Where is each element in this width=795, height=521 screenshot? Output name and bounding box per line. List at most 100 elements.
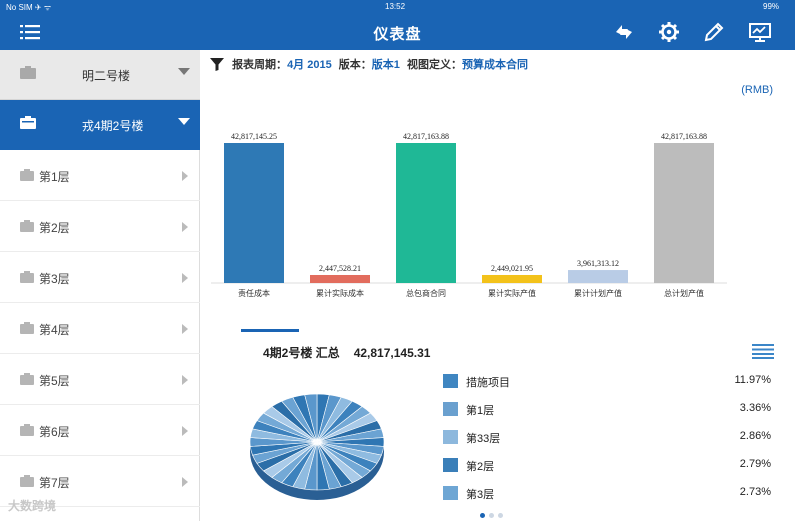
top-navbar: 仪表盘 — [0, 14, 795, 50]
caret-down-icon — [178, 118, 190, 125]
bar[interactable] — [482, 274, 542, 283]
bar-category-label: 累计计划产值 — [574, 288, 622, 298]
floor-item[interactable]: 第6层 — [0, 405, 200, 456]
period-value[interactable]: 4月 2015 — [287, 56, 332, 72]
folder-icon — [20, 66, 36, 79]
bar-value-label: 42,817,145.25 — [231, 132, 277, 141]
currency-label: (RMB) — [741, 84, 773, 96]
bar-category-label: 总计划产值 — [664, 288, 704, 298]
folder-icon — [20, 271, 34, 283]
pencil-icon[interactable] — [702, 20, 726, 44]
bar-category-label: 总包商合同 — [406, 288, 446, 298]
project-selector-2[interactable]: 戎4期2号楼 — [0, 100, 200, 150]
floor-item[interactable]: 第1层 — [0, 150, 200, 201]
summary-title: 4期2号楼 汇总 — [263, 346, 340, 360]
filter-icon[interactable] — [209, 56, 225, 72]
legend-percent: 2.86% — [739, 430, 771, 442]
legend-item[interactable]: 第3层 2.73% — [443, 480, 777, 508]
legend-swatch — [443, 458, 458, 472]
summary-total: 42,817,145.31 — [353, 346, 431, 360]
folder-icon — [20, 424, 34, 436]
bar-category-label: 责任成本 — [238, 288, 270, 298]
view-value[interactable]: 预算成本合同 — [462, 56, 528, 72]
bar-value-label: 2,447,528.21 — [319, 264, 361, 273]
floor-item[interactable]: 第2层 — [0, 201, 200, 252]
legend-name: 第33层 — [466, 433, 501, 445]
floor-item[interactable]: 第3层 — [0, 252, 200, 303]
legend-swatch — [443, 486, 458, 500]
legend-swatch — [443, 430, 458, 444]
legend-percent: 2.79% — [739, 458, 771, 470]
page-dot[interactable] — [480, 513, 485, 518]
report-filter-bar[interactable]: 报表周期：4月 2015 版本：版本1 视图定义：预算成本合同 — [209, 56, 528, 74]
watermark-logo: 大数跨境 — [8, 499, 57, 513]
bar[interactable] — [396, 143, 456, 283]
chevron-right-icon — [182, 477, 188, 487]
legend-item[interactable]: 第2层 2.79% — [443, 452, 777, 480]
legend-percent: 11.97% — [734, 374, 772, 386]
floor-label: 第6层 — [39, 425, 70, 439]
chevron-right-icon — [182, 273, 188, 283]
summary-header: 4期2号楼 汇总 42,817,145.31 — [263, 344, 430, 361]
bar-value-label: 2,449,021.95 — [491, 264, 533, 273]
version-value[interactable]: 版本1 — [372, 56, 400, 72]
floor-item[interactable]: 第5层 — [0, 354, 200, 405]
pie-chart — [249, 393, 385, 500]
legend-name: 第3层 — [466, 489, 495, 501]
legend-percent: 2.73% — [739, 486, 771, 498]
bar-category-label: 累计实际成本 — [316, 288, 364, 298]
sidebar: 明二号楼 戎4期2号楼 第1层第2层第3层第4层第5层第6层第7层 — [0, 50, 200, 521]
battery-label: 99% — [763, 2, 780, 11]
folder-icon — [20, 220, 34, 232]
bar[interactable] — [310, 274, 370, 283]
legend-item[interactable]: 第1层 3.36% — [443, 396, 777, 424]
floor-item[interactable]: 第4层 — [0, 303, 200, 354]
legend-swatch — [443, 402, 458, 416]
bar-category-label: 累计实际产值 — [488, 288, 536, 298]
page-indicator[interactable] — [480, 505, 507, 521]
monitor-icon[interactable] — [748, 20, 772, 44]
floor-label: 第3层 — [39, 272, 70, 286]
legend-name: 第2层 — [466, 461, 495, 473]
floor-label: 第2层 — [39, 221, 70, 235]
floor-label: 第5层 — [39, 374, 70, 388]
bar[interactable] — [654, 143, 714, 283]
chevron-right-icon — [182, 375, 188, 385]
folder-icon — [20, 169, 34, 181]
folder-icon — [20, 322, 34, 334]
legend-item[interactable]: 措施项目 11.97% — [443, 368, 777, 396]
legend-percent: 3.36% — [739, 402, 771, 414]
legend-item[interactable]: 第33层 2.86% — [443, 424, 777, 452]
floor-label: 第7层 — [39, 476, 70, 490]
bar-value-label: 42,817,163.88 — [661, 132, 707, 141]
page-dot[interactable] — [498, 513, 503, 518]
page-dot[interactable] — [489, 513, 494, 518]
carrier-label: No SIM ✈ ᯤ — [6, 3, 52, 12]
list-view-icon[interactable] — [752, 343, 774, 359]
floor-label: 第1层 — [39, 170, 70, 184]
status-bar: No SIM ✈ ᯤ 13:52 99% — [0, 0, 795, 14]
chevron-right-icon — [182, 324, 188, 334]
dashboard-content: 报表周期：4月 2015 版本：版本1 视图定义：预算成本合同 (RMB) 42… — [201, 50, 795, 521]
bar[interactable] — [224, 143, 284, 283]
gear-icon[interactable] — [657, 20, 681, 44]
project-selector-1[interactable]: 明二号楼 — [0, 50, 200, 100]
chevron-right-icon — [182, 426, 188, 436]
refresh-icon[interactable] — [612, 20, 636, 44]
bar[interactable] — [568, 270, 628, 283]
period-label: 报表周期： — [232, 59, 288, 71]
folder-icon — [20, 116, 36, 129]
legend-name: 措施项目 — [466, 377, 510, 389]
bar-value-label: 42,817,163.88 — [403, 132, 449, 141]
chevron-right-icon — [182, 171, 188, 181]
floor-label: 第4层 — [39, 323, 70, 337]
version-label: 版本： — [338, 59, 372, 71]
project-label: 明二号楼 — [82, 69, 131, 83]
legend-swatch — [443, 374, 458, 388]
project-label: 戎4期2号楼 — [82, 119, 144, 133]
bar-value-label: 3,961,313.12 — [577, 259, 619, 268]
caret-down-icon — [178, 68, 190, 75]
bar-chart: 42,817,145.25 责任成本 2,447,528.21 累计实际成本 42,81… — [211, 132, 727, 298]
tab-indicator — [241, 329, 299, 332]
chevron-right-icon — [182, 222, 188, 232]
